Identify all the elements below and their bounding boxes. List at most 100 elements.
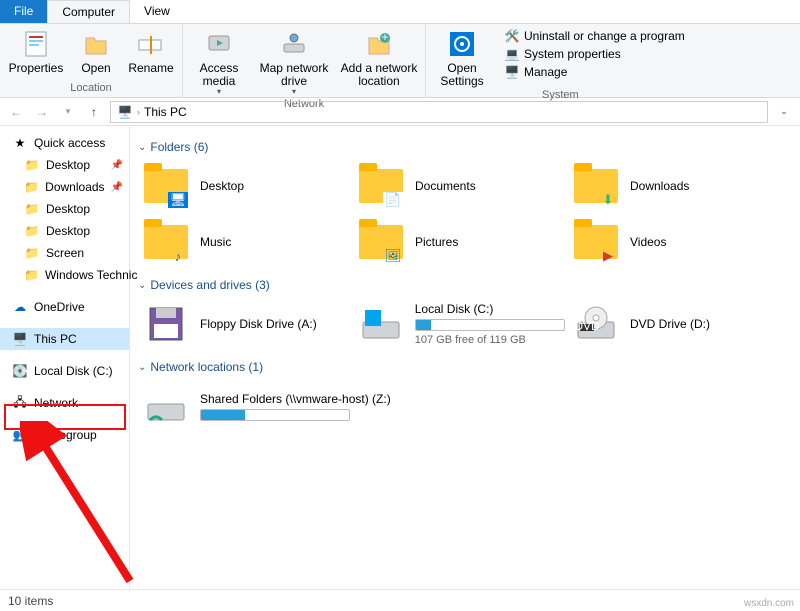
sidebar-this-pc[interactable]: 🖥️ This PC — [0, 328, 129, 350]
folder-downloads[interactable]: ⬇ Downloads — [568, 158, 783, 214]
map-drive-button[interactable]: Map network drive ▾ — [257, 26, 331, 97]
item-label: Videos — [630, 235, 666, 249]
item-sublabel: 107 GB free of 119 GB — [415, 334, 564, 346]
usage-bar — [415, 319, 565, 331]
onedrive-icon: ☁ — [12, 299, 28, 315]
drive-dvd[interactable]: DVD DVD Drive (D:) — [568, 296, 783, 352]
tab-file[interactable]: File — [0, 0, 47, 23]
documents-folder-icon: 📄 — [357, 162, 405, 210]
forward-button[interactable]: → — [32, 102, 52, 122]
access-media-button[interactable]: Access media ▾ — [189, 26, 249, 97]
homegroup-icon: 👥 — [12, 427, 28, 443]
system-properties-button[interactable]: 💻 System properties — [504, 46, 685, 62]
svg-text:DVD: DVD — [574, 319, 600, 333]
drive-shared-z[interactable]: Shared Folders (\\vmware-host) (Z:) — [138, 378, 398, 434]
sidebar-homegroup[interactable]: 👥 Homegroup — [0, 424, 129, 446]
section-drives-header[interactable]: ⌄ Devices and drives (3) — [138, 270, 792, 296]
manage-label: Manage — [524, 65, 567, 79]
uninstall-program-button[interactable]: 🛠️ Uninstall or change a program — [504, 28, 685, 44]
network-icon: 🖧 — [12, 395, 28, 411]
sidebar-item-desktop[interactable]: 📁 Desktop 📌 — [0, 154, 129, 176]
folder-documents[interactable]: 📄 Documents — [353, 158, 568, 214]
open-button[interactable]: Open — [74, 26, 118, 75]
watermark: wsxdn.com — [744, 598, 794, 609]
main-area: ★ Quick access 📁 Desktop 📌 📁 Downloads 📌… — [0, 126, 800, 589]
section-folders-header[interactable]: ⌄ Folders (6) — [138, 132, 792, 158]
sidebar-network[interactable]: 🖧 Network — [0, 392, 129, 414]
ribbon-group-system: Open Settings 🛠️ Uninstall or change a p… — [426, 24, 695, 97]
sidebar-quick-access[interactable]: ★ Quick access — [0, 132, 129, 154]
sidebar-local-disk[interactable]: 💽 Local Disk (C:) — [0, 360, 129, 382]
tab-computer[interactable]: Computer — [47, 0, 130, 23]
tab-bar: File Computer View — [0, 0, 800, 24]
item-label: Downloads — [630, 179, 689, 193]
open-settings-button[interactable]: Open Settings — [432, 26, 492, 88]
group-label-location: Location — [70, 81, 112, 97]
settings-icon — [446, 28, 478, 60]
drives-grid: Floppy Disk Drive (A:) Local Disk (C:) 1… — [138, 296, 792, 352]
breadcrumb-root: This PC — [144, 105, 187, 119]
map-drive-label: Map network drive — [257, 62, 331, 88]
sidebar-item-desktop-2[interactable]: 📁 Desktop — [0, 198, 129, 220]
sidebar-label: Local Disk (C:) — [34, 364, 113, 378]
sidebar-item-desktop-3[interactable]: 📁 Desktop — [0, 220, 129, 242]
folder-desktop[interactable]: 🖥 Desktop — [138, 158, 353, 214]
sidebar-label: Quick access — [34, 136, 105, 150]
map-drive-icon — [278, 28, 310, 60]
folder-icon: 📁 — [24, 267, 39, 283]
media-icon — [203, 28, 235, 60]
this-pc-icon: 🖥️ — [12, 331, 28, 347]
sidebar-item-screen[interactable]: 📁 Screen — [0, 242, 129, 264]
sidebar-label: Windows Technic — [45, 268, 137, 282]
item-label: Local Disk (C:) — [415, 302, 564, 316]
manage-button[interactable]: 🖥️ Manage — [504, 64, 685, 80]
recent-locations-button[interactable]: ▾ — [58, 102, 78, 122]
section-title: Folders (6) — [150, 140, 208, 154]
item-label: Pictures — [415, 235, 458, 249]
section-netloc-header[interactable]: ⌄ Network locations (1) — [138, 352, 792, 378]
pin-icon: 📌 — [111, 160, 123, 171]
properties-label: Properties — [9, 62, 64, 75]
folder-videos[interactable]: ▶ Videos — [568, 214, 783, 270]
folder-music[interactable]: ♪ Music — [138, 214, 353, 270]
address-bar: ← → ▾ ↑ 🖥️ › This PC ⌄ — [0, 98, 800, 126]
dropdown-button[interactable]: ⌄ — [774, 102, 794, 122]
sidebar-onedrive[interactable]: ☁ OneDrive — [0, 296, 129, 318]
floppy-icon — [142, 300, 190, 348]
ribbon: Properties Open Rename Location Access m… — [0, 24, 800, 98]
sidebar-label: Desktop — [46, 158, 90, 172]
folder-icon: 📁 — [24, 223, 40, 239]
open-label: Open — [81, 62, 110, 75]
sidebar-label: Desktop — [46, 202, 90, 216]
item-label: Documents — [415, 179, 476, 193]
netloc-grid: Shared Folders (\\vmware-host) (Z:) — [138, 378, 792, 434]
folder-pictures[interactable]: 🖼 Pictures — [353, 214, 568, 270]
up-button[interactable]: ↑ — [84, 102, 104, 122]
open-settings-label: Open Settings — [432, 62, 492, 88]
pictures-folder-icon: 🖼 — [357, 218, 405, 266]
add-location-icon: + — [363, 28, 395, 60]
breadcrumb[interactable]: 🖥️ › This PC — [110, 101, 768, 123]
ribbon-group-location: Properties Open Rename Location — [0, 24, 183, 97]
drive-floppy[interactable]: Floppy Disk Drive (A:) — [138, 296, 353, 352]
sidebar-item-windows-technic[interactable]: 📁 Windows Technic — [0, 264, 129, 286]
properties-button[interactable]: Properties — [6, 26, 66, 75]
drive-icon: 💽 — [12, 363, 28, 379]
sidebar-label: Screen — [46, 246, 84, 260]
back-button[interactable]: ← — [6, 102, 26, 122]
folders-grid: 🖥 Desktop 📄 Documents ⬇ Downloads ♪ Musi… — [138, 158, 792, 270]
sys-props-label: System properties — [524, 47, 621, 61]
navigation-pane: ★ Quick access 📁 Desktop 📌 📁 Downloads 📌… — [0, 126, 130, 589]
drive-local-c[interactable]: Local Disk (C:) 107 GB free of 119 GB — [353, 296, 568, 352]
uninstall-icon: 🛠️ — [504, 28, 520, 44]
desktop-folder-icon: 🖥 — [142, 162, 190, 210]
add-network-location-button[interactable]: + Add a network location — [339, 26, 419, 88]
chevron-down-icon: ⌄ — [138, 280, 146, 291]
sidebar-label: OneDrive — [34, 300, 85, 314]
tab-view[interactable]: View — [130, 0, 184, 23]
content-pane: ⌄ Folders (6) 🖥 Desktop 📄 Documents ⬇ Do… — [130, 126, 800, 589]
rename-button[interactable]: Rename — [126, 26, 176, 75]
sidebar-item-downloads[interactable]: 📁 Downloads 📌 — [0, 176, 129, 198]
sidebar-label: Downloads — [45, 180, 104, 194]
uninstall-label: Uninstall or change a program — [524, 29, 685, 43]
